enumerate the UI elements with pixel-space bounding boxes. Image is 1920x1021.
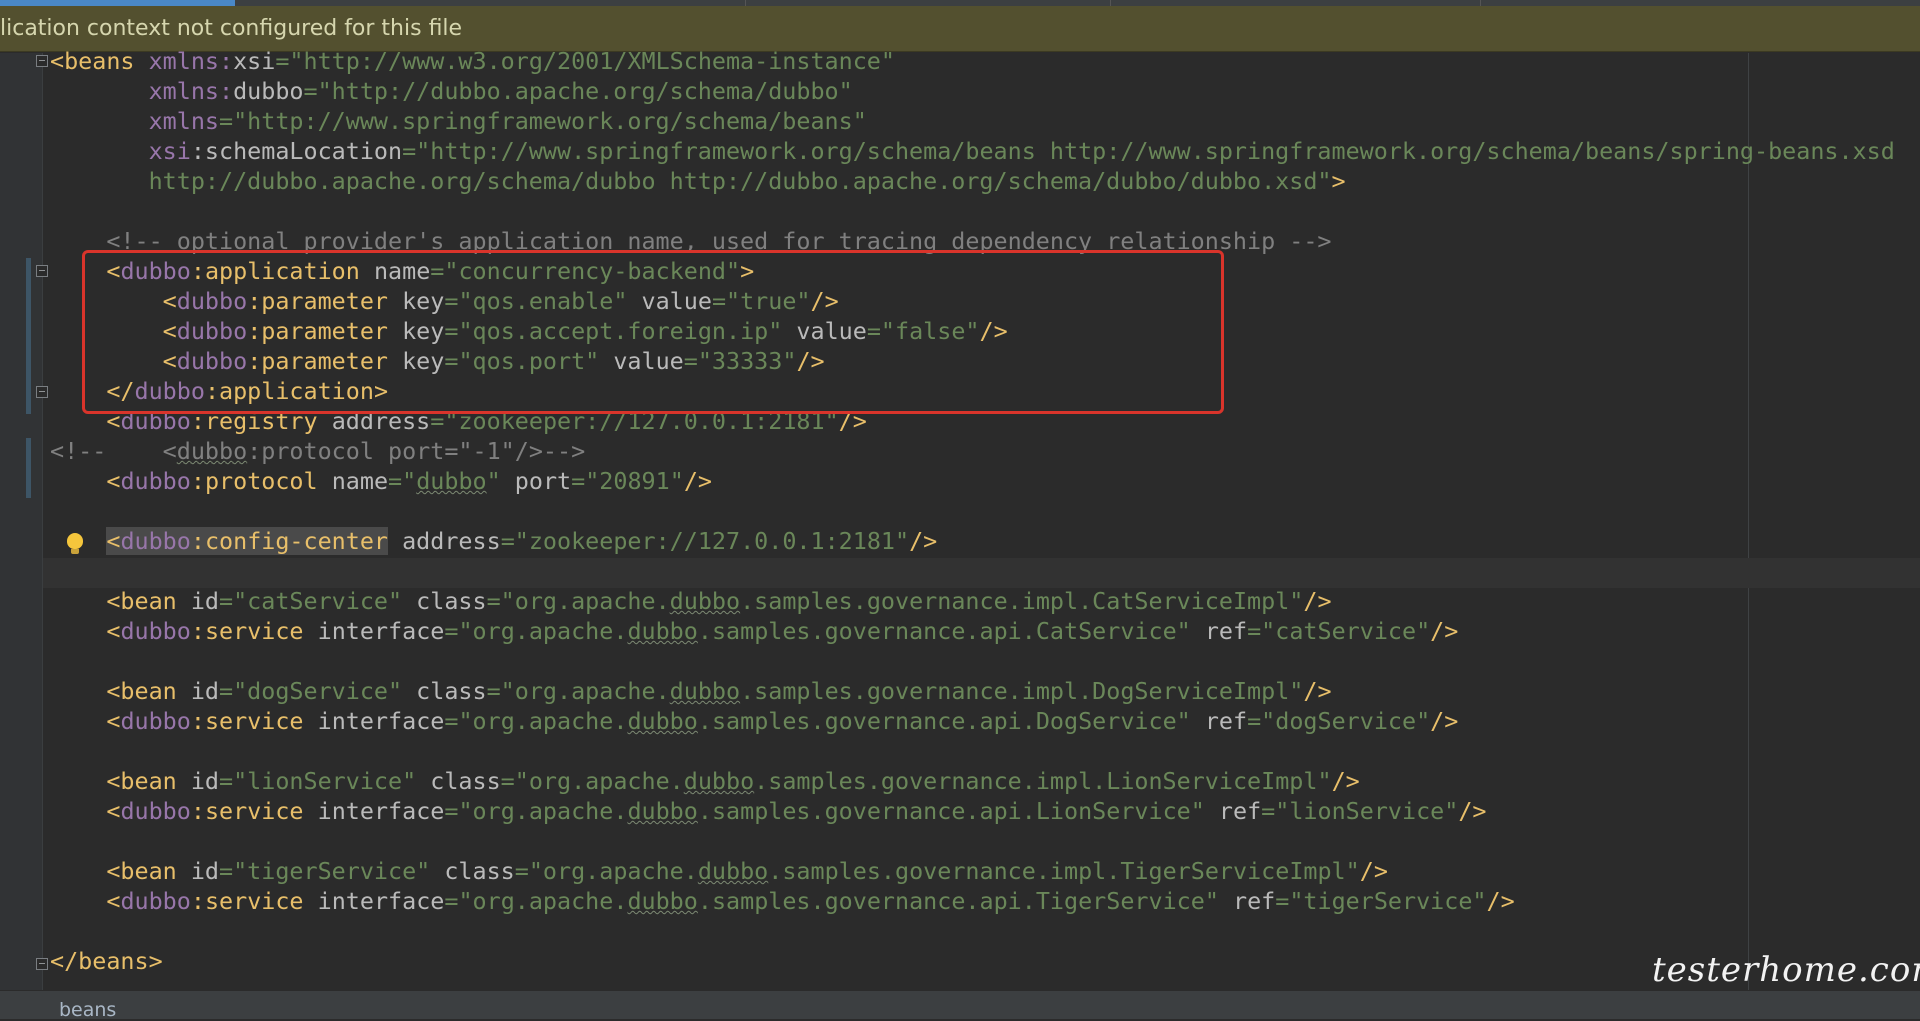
code-line: xsi:schemaLocation="http://www.springfra… (148, 137, 1895, 165)
code-line: <dubbo:protocol name="dubbo" port="20891… (106, 467, 712, 495)
code-line: </beans> (50, 947, 163, 975)
vcs-change-marker[interactable] (26, 258, 31, 414)
right-margin-guide (1748, 53, 1749, 990)
highlight-annotation-box (82, 250, 1224, 414)
code-line: xmlns:dubbo="http://dubbo.apache.org/sch… (148, 77, 853, 105)
code-line: <dubbo:service interface="org.apache.dub… (106, 707, 1459, 735)
code-line: <bean id="catService" class="org.apache.… (106, 587, 1332, 615)
code-line: <beans xmlns:xsi="http://www.w3.org/2001… (50, 47, 895, 75)
code-comment: <!-- <dubbo:protocol port="-1"/>--> (50, 437, 586, 465)
code-line: <dubbo:service interface="org.apache.dub… (106, 887, 1515, 915)
code-line: <dubbo:config-center address="zookeeper:… (106, 527, 938, 555)
code-line: http://dubbo.apache.org/schema/dubbo htt… (148, 167, 1346, 195)
unfold-application-icon[interactable] (36, 386, 48, 398)
code-line: <bean id="lionService" class="org.apache… (106, 767, 1360, 795)
code-line: <dubbo:service interface="org.apache.dub… (106, 617, 1459, 645)
code-line: <bean id="dogService" class="org.apache.… (106, 677, 1332, 705)
status-bar: beans (0, 990, 1920, 1021)
fold-application-icon[interactable] (36, 265, 48, 277)
current-line-highlight (43, 558, 1920, 588)
gutter-separator (42, 53, 43, 990)
vcs-change-marker[interactable] (26, 438, 31, 498)
editor-gutter (0, 53, 43, 990)
unfold-beans-icon[interactable] (36, 958, 48, 970)
code-line: <bean id="tigerService" class="org.apach… (106, 857, 1388, 885)
code-line: <dubbo:service interface="org.apache.dub… (106, 797, 1487, 825)
watermark-logo: testerhome.com (1652, 950, 1920, 990)
code-line: xmlns="http://www.springframework.org/sc… (148, 107, 867, 135)
fold-beans-icon[interactable] (36, 55, 48, 67)
